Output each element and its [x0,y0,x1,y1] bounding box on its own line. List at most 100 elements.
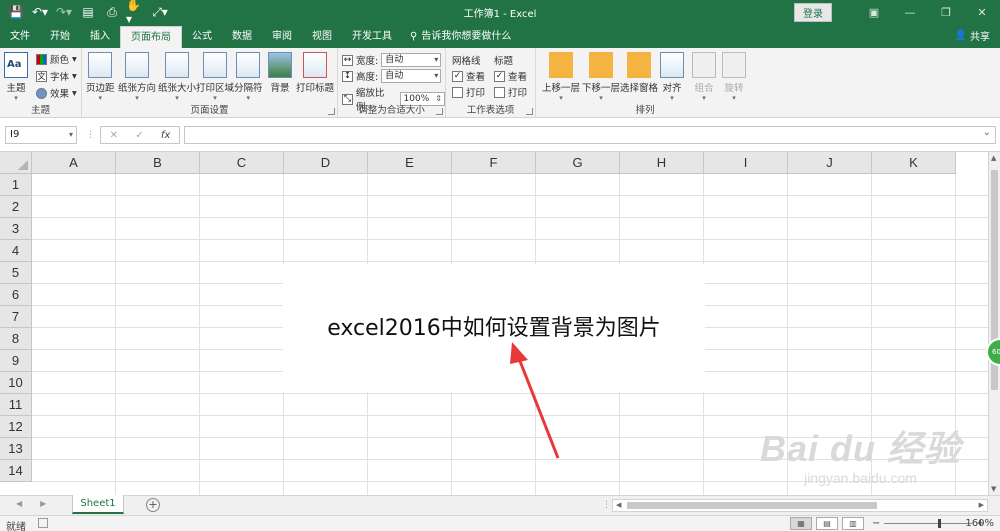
tab-review[interactable]: 审阅 [262,26,302,48]
form-icon[interactable]: ▤ [78,2,98,22]
zoom-slider[interactable] [884,519,973,528]
tab-splitter-handle[interactable]: ⋮ [602,500,611,510]
column-header[interactable]: C [200,152,284,174]
undo-icon[interactable]: ↶▾ [30,2,50,22]
headings-view-checkbox[interactable]: ✓ 查看 [494,69,527,83]
scroll-down-icon[interactable]: ▼ [991,485,996,493]
zoom-slider-knob[interactable] [938,519,942,528]
select-all-button[interactable] [0,152,32,174]
column-header[interactable]: I [704,152,788,174]
colors-button[interactable]: 颜色 ▾ [36,52,77,66]
print-area-button[interactable]: 打印区域 ▾ [196,52,234,102]
column-header[interactable]: H [620,152,704,174]
row-header[interactable]: 1 [0,174,32,196]
prev-sheet-icon[interactable]: ◀ [16,499,22,508]
formula-input[interactable] [184,126,996,144]
row-header[interactable]: 3 [0,218,32,240]
align-button[interactable]: 对齐 ▾ [660,52,684,102]
restore-icon[interactable]: ❐ [928,0,964,24]
breaks-button[interactable]: 分隔符 ▾ [234,52,263,102]
horizontal-scroll-thumb[interactable] [627,502,877,509]
row-header[interactable]: 6 [0,284,32,306]
customize-icon[interactable]: ⤢▾ [150,2,170,22]
page-layout-view-icon[interactable]: ▤ [816,517,838,530]
fonts-button[interactable]: 文 字体 ▾ [36,69,77,83]
column-header[interactable]: J [788,152,872,174]
tab-view[interactable]: 视图 [302,26,342,48]
row-header[interactable]: 7 [0,306,32,328]
splitter-handle[interactable]: ⋮ [86,130,95,140]
cancel-icon[interactable]: ✕ [110,130,118,141]
tab-data[interactable]: 数据 [222,26,262,48]
close-icon[interactable]: ✕ [964,0,1000,24]
row-header[interactable]: 13 [0,438,32,460]
redo-icon[interactable]: ↷▾ [54,2,74,22]
column-header[interactable]: A [32,152,116,174]
page-setup-launcher-icon[interactable] [328,108,335,115]
rotate-button[interactable]: 旋转 ▾ [722,52,746,102]
orientation-button[interactable]: 纸张方向 ▾ [118,52,156,102]
width-select[interactable]: 自动 [381,53,442,67]
tab-home[interactable]: 开始 [40,26,80,48]
tab-insert[interactable]: 插入 [80,26,120,48]
tab-formulas[interactable]: 公式 [182,26,222,48]
scroll-up-icon[interactable]: ▲ [991,154,996,162]
themes-button[interactable]: 主题 ▾ [4,52,28,102]
column-header[interactable]: D [284,152,368,174]
share-button[interactable]: 👤 共享 [955,28,990,43]
add-sheet-icon[interactable]: + [146,498,160,512]
scroll-right-icon[interactable]: ▶ [979,501,984,509]
name-box[interactable]: I9 [5,126,77,144]
horizontal-scrollbar[interactable]: ◀ ▶ [612,499,988,512]
vertical-scrollbar[interactable]: ▲ ▼ [988,152,1000,495]
enter-icon[interactable]: ✓ [135,130,143,141]
row-header[interactable]: 10 [0,372,32,394]
normal-view-icon[interactable]: ▦ [790,517,812,530]
column-header[interactable]: K [872,152,956,174]
tell-me-search[interactable]: ⚲ 告诉我你想要做什么 [402,26,519,48]
row-header[interactable]: 11 [0,394,32,416]
gridlines-print-checkbox[interactable]: 打印 [452,85,485,99]
save-icon[interactable]: 💾 [6,2,26,22]
row-header[interactable]: 2 [0,196,32,218]
ribbon-display-icon[interactable]: ▣ [856,0,892,24]
tab-developer[interactable]: 开发工具 [342,26,402,48]
row-header[interactable]: 8 [0,328,32,350]
column-header[interactable]: G [536,152,620,174]
tab-page-layout[interactable]: 页面布局 [120,26,182,48]
group-button[interactable]: 组合 ▾ [692,52,716,102]
touch-mode-icon[interactable]: ✋▾ [126,0,146,26]
tab-file[interactable]: 文件 [0,26,40,48]
macro-record-icon[interactable] [38,518,48,528]
row-header[interactable]: 4 [0,240,32,262]
minimize-icon[interactable]: — [892,0,928,24]
scale-launcher-icon[interactable] [436,108,443,115]
zoom-level[interactable]: 160% [965,518,994,529]
print-titles-button[interactable]: 打印标题 [296,52,334,94]
bring-forward-button[interactable]: 上移一层 ▾ [542,52,580,102]
background-button[interactable]: 背景 [268,52,292,94]
sheet-options-launcher-icon[interactable] [526,108,533,115]
gridlines-view-checkbox[interactable]: ✓ 查看 [452,69,485,83]
page-break-view-icon[interactable]: ▥ [842,517,864,530]
column-header[interactable]: B [116,152,200,174]
zoom-out-icon[interactable]: − [872,518,880,529]
size-button[interactable]: 纸张大小 ▾ [158,52,196,102]
row-header[interactable]: 14 [0,460,32,482]
effects-button[interactable]: 效果 ▾ [36,86,77,100]
row-header[interactable]: 5 [0,262,32,284]
column-header[interactable]: E [368,152,452,174]
login-button[interactable]: 登录 [794,2,832,22]
scroll-left-icon[interactable]: ◀ [616,501,621,509]
send-backward-button[interactable]: 下移一层 ▾ [582,52,620,102]
selection-pane-button[interactable]: 选择窗格 [620,52,658,94]
insert-function-icon[interactable]: fx [161,130,170,141]
height-select[interactable]: 自动 [381,69,442,83]
headings-print-checkbox[interactable]: 打印 [494,85,527,99]
margins-button[interactable]: 页边距 ▾ [86,52,115,102]
column-header[interactable]: F [452,152,536,174]
print-preview-icon[interactable]: ⎙ [102,2,122,22]
next-sheet-icon[interactable]: ▶ [40,499,46,508]
row-header[interactable]: 9 [0,350,32,372]
row-header[interactable]: 12 [0,416,32,438]
